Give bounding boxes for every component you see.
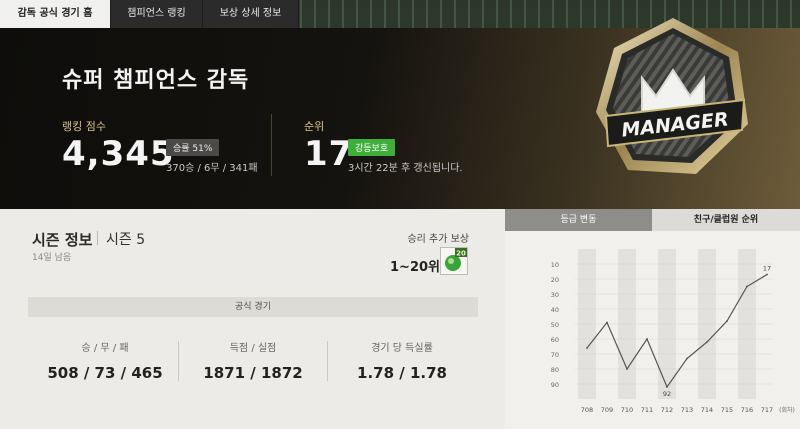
stat-label: 득점 / 실점	[229, 343, 277, 354]
rank-data-point	[606, 321, 608, 324]
ranking-points-value: 4,345	[62, 134, 175, 174]
stat-label: 경기 당 득실률	[371, 343, 433, 354]
record-text: 370승 / 6무 / 341패	[166, 163, 258, 174]
y-tick-label: 70	[551, 351, 559, 359]
win-reward-label: 승리 추가 보상	[407, 234, 469, 245]
tab-grade-change[interactable]: 등급 변동	[505, 209, 652, 231]
manager-emblem: MANAGER	[596, 18, 748, 174]
y-tick-label: 10	[551, 261, 559, 269]
y-tick-label: 60	[551, 336, 559, 344]
x-tick-label: 710	[621, 406, 633, 414]
data-label: 17	[763, 265, 771, 273]
win-reward-range: 1~20위	[390, 260, 440, 275]
stat-value: 1871 / 1872	[203, 364, 303, 382]
hero-divider	[271, 114, 272, 176]
rank-data-point	[626, 368, 628, 370]
tab-manager-home[interactable]: 감독 공식 경기 홈	[0, 0, 111, 28]
tab-friend-ranking[interactable]: 친구/클럽원 순위	[652, 209, 800, 231]
rank-line-chart: 10 20 30 40 50 60 70 80 90 708 709 710 711 712 713 714 7…	[551, 249, 795, 414]
y-tick-label: 20	[551, 276, 559, 284]
rank-data-point	[726, 320, 728, 322]
days-left-text: 14일 남음	[32, 253, 72, 263]
x-tick-label: 716	[741, 406, 753, 414]
y-tick-label: 50	[551, 321, 559, 329]
x-tick-label: 711	[641, 406, 653, 414]
official-match-header: 공식 경기	[28, 297, 478, 317]
rank-data-point	[646, 338, 648, 340]
stat-value: 1.78 / 1.78	[357, 364, 447, 382]
rank-data-point	[666, 386, 668, 388]
rank-data-point	[586, 347, 588, 349]
rank-chart-panel: 등급 변동 친구/클럽원 순위 10 20 30 40 50 60 70 80 90 708 709…	[505, 209, 800, 429]
update-notice: 3시간 22분 후 갱신됩니다.	[348, 163, 463, 174]
page-title: 슈퍼 챔피언스 감독	[62, 68, 250, 93]
stat-win-draw-loss: 승 / 무 / 패 508 / 73 / 465	[30, 339, 180, 382]
season-info-title: 시즌 정보	[32, 231, 93, 249]
x-tick-label: 708	[581, 406, 593, 414]
season-separator	[97, 231, 98, 245]
stat-label: 승 / 무 / 패	[81, 343, 129, 354]
stat-goals: 득점 / 실점 1871 / 1872	[178, 339, 328, 382]
chart-tab-bar: 등급 변동 친구/클럽원 순위	[505, 209, 800, 231]
y-tick-label: 40	[551, 306, 559, 314]
rank-data-point	[706, 341, 708, 343]
x-tick-label: 717	[761, 406, 773, 414]
ranking-points-label: 랭킹 점수	[62, 120, 106, 133]
rank-data-point	[746, 285, 748, 288]
y-tick-label: 90	[551, 381, 559, 389]
season-panel: 시즌 정보 시즌 5 14일 남음 승리 추가 보상 1~20위 20 공식 경…	[0, 209, 505, 429]
x-unit-label: (회차)	[779, 406, 795, 414]
relegation-protection-badge: 강등보호	[348, 139, 396, 156]
reward-icon[interactable]: 20	[440, 247, 468, 275]
y-tick-label: 30	[551, 291, 559, 299]
y-tick-label: 80	[551, 366, 559, 374]
rank-data-point	[766, 273, 768, 276]
rank-label: 순위	[304, 120, 325, 133]
top-tab-bar: 감독 공식 경기 홈 챔피언스 랭킹 보상 상세 정보	[0, 0, 299, 28]
season-value: 시즌 5	[106, 232, 146, 248]
data-label: 92	[663, 390, 671, 398]
win-rate-badge: 승률 51%	[166, 139, 220, 156]
rank-data-point	[686, 357, 688, 360]
x-tick-label: 709	[601, 406, 613, 414]
stat-goal-rate: 경기 당 득실률 1.78 / 1.78	[327, 339, 477, 382]
tab-champions-ranking[interactable]: 챔피언스 랭킹	[111, 0, 203, 28]
stat-value: 508 / 73 / 465	[47, 364, 163, 382]
reward-badge-number: 20	[456, 250, 466, 258]
x-tick-label: 714	[701, 406, 713, 414]
x-tick-label: 713	[681, 406, 693, 414]
rank-value: 17	[304, 134, 354, 174]
x-tick-label: 712	[661, 406, 673, 414]
x-tick-label: 715	[721, 406, 733, 414]
tab-reward-details[interactable]: 보상 상세 정보	[203, 0, 299, 28]
